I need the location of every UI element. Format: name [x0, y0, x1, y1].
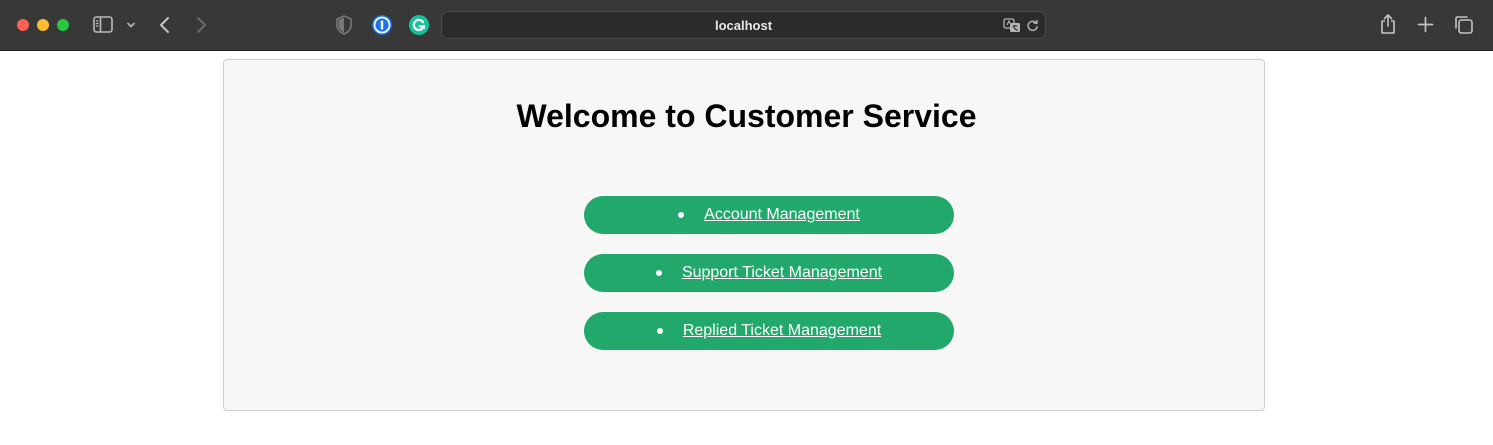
- tabs-icon[interactable]: [1454, 15, 1473, 34]
- forward-icon[interactable]: [193, 15, 209, 35]
- close-window-button[interactable]: [17, 19, 29, 31]
- password-manager-icon[interactable]: [371, 14, 393, 36]
- back-icon[interactable]: [157, 15, 173, 35]
- shield-icon[interactable]: [335, 15, 353, 35]
- translate-icon[interactable]: [1003, 18, 1021, 33]
- replied-ticket-management-link[interactable]: Replied Ticket Management: [683, 322, 881, 340]
- bullet-icon: [678, 212, 685, 218]
- sidebar-icon[interactable]: [93, 16, 113, 33]
- menu-item-support-ticket-management[interactable]: Support Ticket Management: [584, 254, 954, 292]
- chevron-down-icon[interactable]: [125, 19, 137, 31]
- plus-icon[interactable]: [1417, 16, 1434, 33]
- account-management-link[interactable]: Account Management: [704, 206, 860, 224]
- page-title: Welcome to Customer Service: [516, 98, 977, 134]
- zoom-window-button[interactable]: [57, 19, 69, 31]
- menu-item-account-management[interactable]: Account Management: [584, 196, 954, 234]
- address-bar[interactable]: localhost: [441, 11, 1046, 39]
- bullet-icon: [655, 270, 662, 276]
- reload-icon[interactable]: [1026, 19, 1039, 32]
- bullet-icon: [656, 328, 663, 334]
- url-text[interactable]: localhost: [442, 12, 1045, 38]
- support-ticket-management-link[interactable]: Support Ticket Management: [682, 264, 882, 282]
- browser-toolbar: localhost: [0, 0, 1493, 51]
- menu-item-replied-ticket-management[interactable]: Replied Ticket Management: [584, 312, 954, 350]
- share-icon[interactable]: [1379, 13, 1397, 35]
- minimize-window-button[interactable]: [37, 19, 49, 31]
- grammarly-icon[interactable]: [408, 14, 430, 36]
